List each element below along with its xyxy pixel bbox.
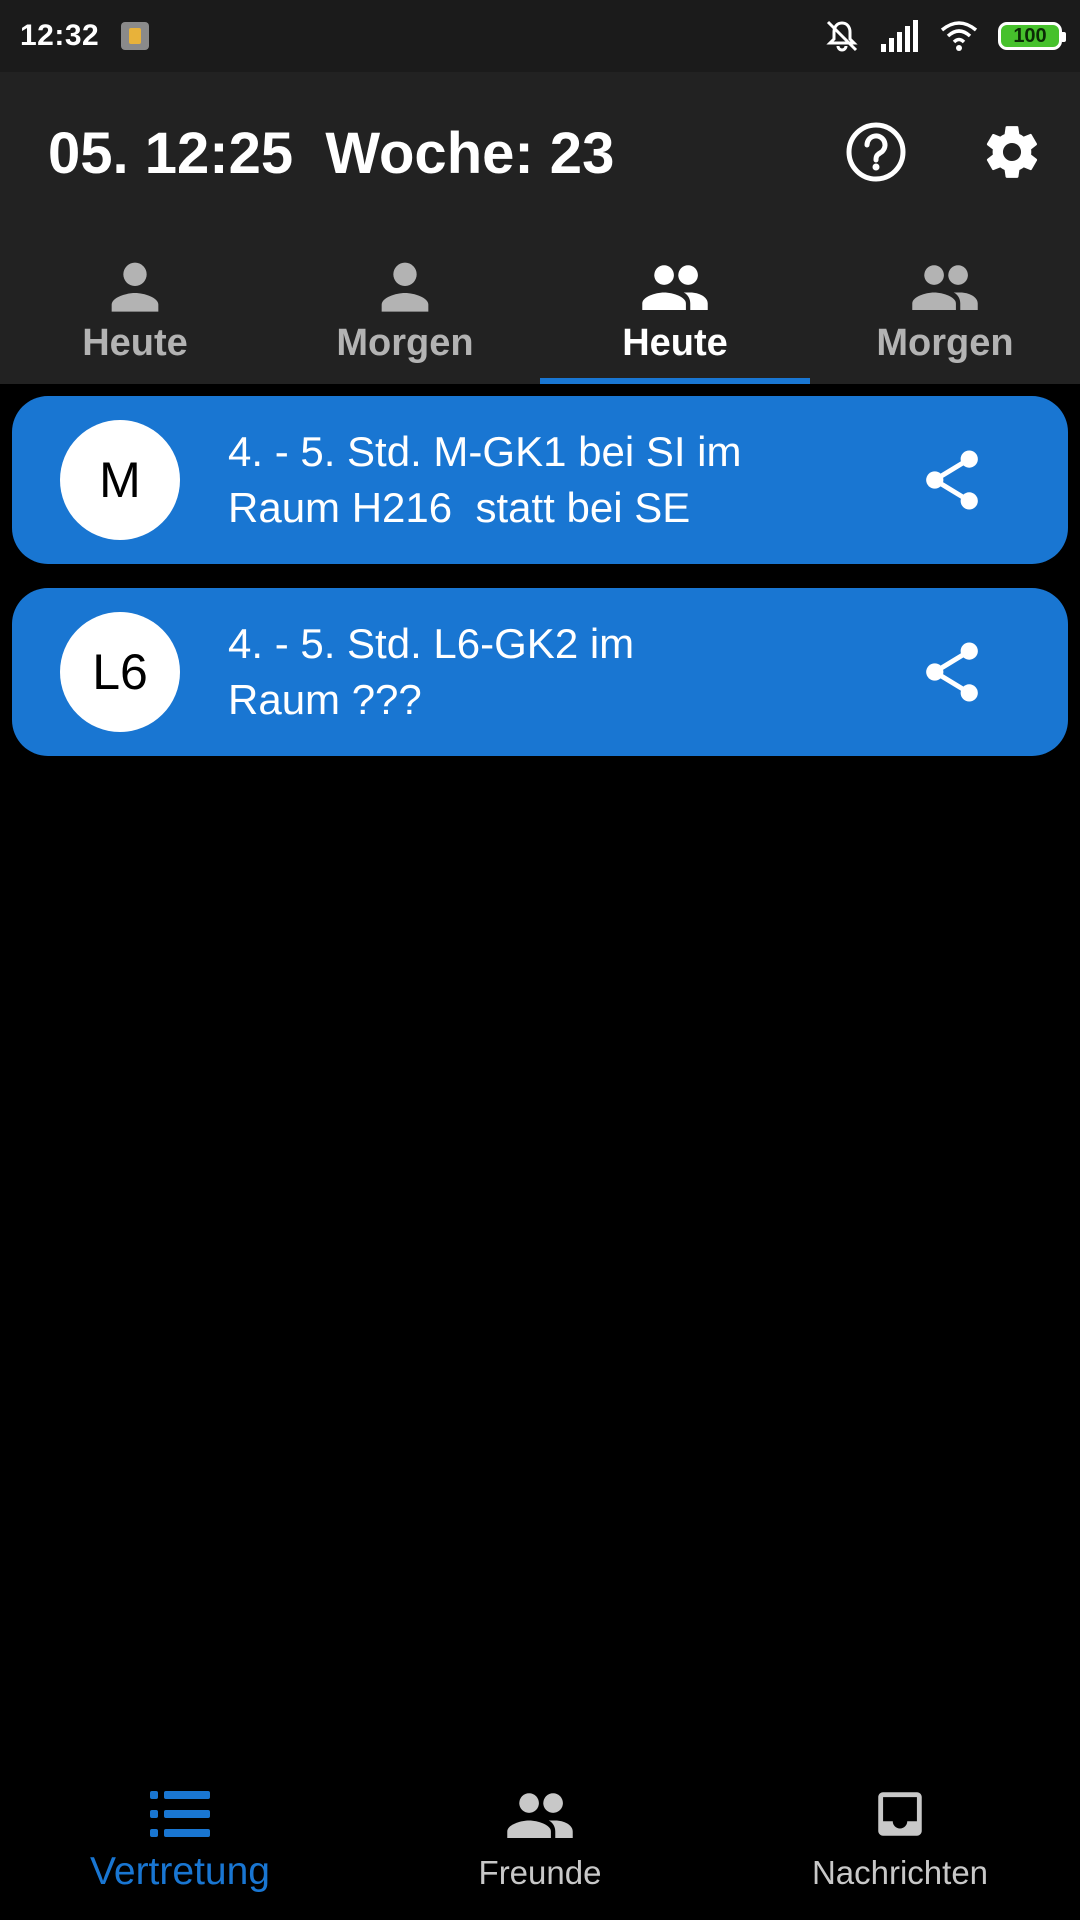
tab-label: Heute bbox=[622, 322, 728, 364]
share-button[interactable] bbox=[920, 640, 984, 704]
settings-icon bbox=[986, 126, 1038, 178]
substitution-text: 4. - 5. Std. L6-GK2 im Raum ??? bbox=[228, 620, 635, 723]
person-icon bbox=[381, 262, 429, 312]
battery-icon: 100 bbox=[998, 22, 1066, 50]
share-icon bbox=[926, 450, 978, 510]
substitution-text: 4. - 5. Std. M-GK1 bei SI im Raum H216 s… bbox=[228, 428, 742, 531]
help-button[interactable] bbox=[844, 120, 908, 184]
list-item[interactable]: M 4. - 5. Std. M-GK1 bei SI im Raum H216… bbox=[12, 396, 1068, 564]
tab-label: Morgen bbox=[876, 322, 1014, 364]
app-bar-actions bbox=[844, 120, 1044, 184]
nav-label: Freunde bbox=[478, 1854, 602, 1891]
tab-heute-person[interactable]: Heute bbox=[0, 232, 270, 384]
signal-icon bbox=[881, 20, 918, 52]
settings-button[interactable] bbox=[980, 120, 1044, 184]
status-icons: 100 bbox=[824, 19, 1066, 53]
group-icon bbox=[912, 265, 978, 310]
tab-label: Morgen bbox=[336, 322, 474, 364]
page-title: 05. 12:25 Woche: 23 bbox=[48, 121, 615, 186]
list-icon bbox=[150, 1791, 210, 1837]
group-icon bbox=[507, 1793, 573, 1838]
nav-label: Vertretung bbox=[90, 1850, 270, 1893]
nav-label: Nachrichten bbox=[811, 1854, 989, 1891]
bottom-navigation: Vertretung Freunde Nachrichten bbox=[0, 1758, 1080, 1920]
tab-heute-group[interactable]: Heute bbox=[540, 232, 810, 384]
tab-morgen-person[interactable]: Morgen bbox=[270, 232, 540, 384]
tab-morgen-group[interactable]: Morgen bbox=[810, 232, 1080, 384]
list-item[interactable]: L6 4. - 5. Std. L6-GK2 im Raum ??? bbox=[12, 588, 1068, 756]
group-icon bbox=[642, 265, 708, 310]
subject-badge: L6 bbox=[60, 612, 180, 732]
tab-label: Heute bbox=[82, 322, 188, 364]
subject-badge: M bbox=[60, 420, 180, 540]
person-icon bbox=[111, 262, 159, 312]
share-icon bbox=[926, 642, 978, 702]
help-icon bbox=[846, 122, 906, 182]
share-button[interactable] bbox=[920, 448, 984, 512]
battery-level: 100 bbox=[1013, 24, 1047, 47]
nav-freunde[interactable]: Freunde bbox=[360, 1758, 720, 1920]
nav-nachrichten[interactable]: Nachrichten bbox=[720, 1758, 1080, 1920]
tab-bar: Heute Morgen Heute Morgen bbox=[0, 232, 1080, 384]
status-time: 12:32 bbox=[20, 19, 100, 52]
mute-icon bbox=[826, 20, 858, 52]
nav-vertretung[interactable]: Vertretung bbox=[0, 1758, 360, 1920]
app-bar: 05. 12:25 Woche: 23 Heute Morgen Heute M… bbox=[0, 72, 1080, 384]
status-bar: 12:32 100 bbox=[0, 0, 1080, 72]
wifi-icon bbox=[940, 21, 978, 51]
notification-icon bbox=[121, 22, 150, 50]
inbox-icon bbox=[878, 1792, 922, 1836]
